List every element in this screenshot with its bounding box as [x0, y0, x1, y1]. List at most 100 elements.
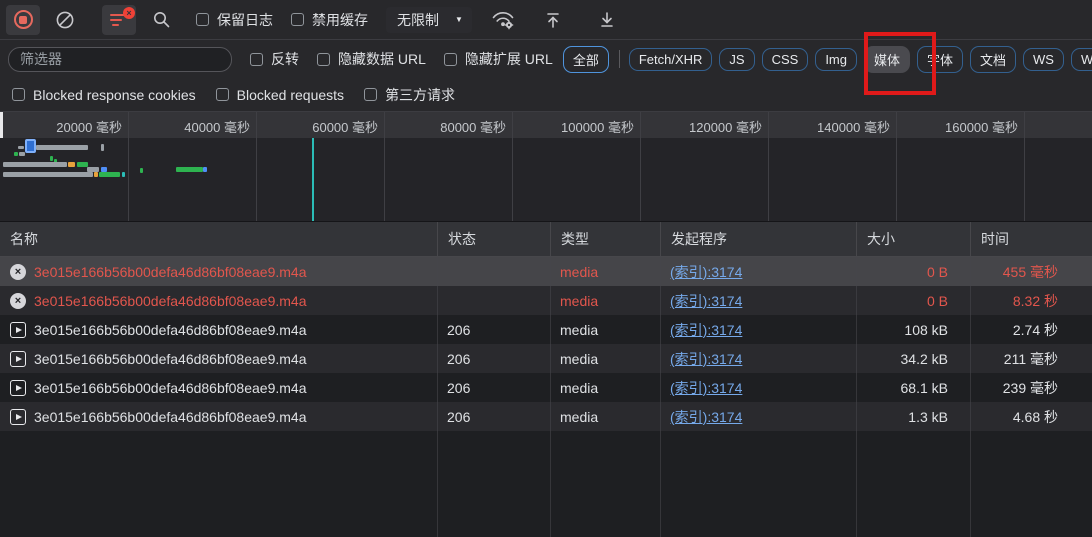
- hide-extension-urls-checkbox[interactable]: 隐藏扩展 URL: [444, 49, 553, 69]
- import-har-button[interactable]: [536, 5, 570, 35]
- checkbox: [196, 13, 209, 26]
- record-button[interactable]: [6, 5, 40, 35]
- table-row[interactable]: ×3e015e166b56b00defa46d86bf08eae9.m4amed…: [0, 257, 1092, 286]
- column-header-size[interactable]: 大小: [856, 222, 970, 256]
- cell-initiator: (索引):3174: [660, 344, 856, 373]
- initiator-link[interactable]: (索引):3174: [670, 349, 742, 369]
- initiator-link[interactable]: (索引):3174: [670, 291, 742, 311]
- cell-size: 0 B: [856, 257, 970, 286]
- cell-time-value: 455 毫秒: [1003, 262, 1058, 282]
- waterfall-bar: [122, 172, 125, 177]
- checkbox: [291, 13, 304, 26]
- filter-pill-全部[interactable]: 全部: [563, 46, 609, 73]
- filter-input[interactable]: [8, 47, 232, 72]
- load-event-line: [312, 138, 314, 221]
- filter-pill-JS[interactable]: JS: [719, 48, 754, 71]
- column-header-type[interactable]: 类型: [550, 222, 660, 256]
- filter-pill-Img[interactable]: Img: [815, 48, 857, 71]
- blocked-response-cookies-checkbox[interactable]: Blocked response cookies: [12, 87, 196, 103]
- waterfall-bar: [3, 172, 93, 177]
- clear-icon: [55, 10, 75, 30]
- throttling-select[interactable]: 无限制 ▼: [386, 7, 472, 33]
- timeline-gridline: [768, 112, 769, 221]
- column-header-status[interactable]: 状态: [437, 222, 550, 256]
- cell-type: media: [550, 286, 660, 315]
- hide-extension-urls-label: 隐藏扩展 URL: [465, 49, 553, 69]
- table-row[interactable]: 3e015e166b56b00defa46d86bf08eae9.m4a206m…: [0, 344, 1092, 373]
- request-name: 3e015e166b56b00defa46d86bf08eae9.m4a: [34, 293, 307, 309]
- cell-type-value: media: [560, 380, 598, 396]
- timeline-gridline: [896, 112, 897, 221]
- request-name: 3e015e166b56b00defa46d86bf08eae9.m4a: [34, 322, 307, 338]
- resource-type-filters: 全部 Fetch/XHR JS CSS Img 媒体字体文档 WS W: [563, 46, 1092, 73]
- chevron-down-icon: ▼: [455, 15, 463, 24]
- cell-time-value: 8.32 秒: [1013, 291, 1058, 311]
- column-header-name[interactable]: 名称: [0, 222, 437, 256]
- cell-initiator: (索引):3174: [660, 286, 856, 315]
- third-party-requests-checkbox[interactable]: 第三方请求: [364, 85, 455, 105]
- cell-time-value: 211 毫秒: [1004, 349, 1058, 369]
- filter-pill-W[interactable]: W: [1071, 48, 1092, 71]
- timeline-gridline: [1024, 112, 1025, 221]
- timeline-tick-label: 20000 毫秒: [2, 117, 122, 136]
- play-triangle: [16, 327, 22, 333]
- export-har-icon: [598, 11, 616, 29]
- cell-time-value: 4.68 秒: [1013, 407, 1058, 427]
- cell-name: 3e015e166b56b00defa46d86bf08eae9.m4a: [0, 373, 437, 402]
- play-icon: [10, 351, 26, 367]
- column-header-time[interactable]: 时间: [970, 222, 1092, 256]
- cell-initiator: (索引):3174: [660, 257, 856, 286]
- cell-time: 2.74 秒: [970, 315, 1092, 344]
- waterfall-bar: [203, 167, 207, 172]
- cell-status: [437, 257, 550, 286]
- filter-pill-Fetch/XHR[interactable]: Fetch/XHR: [629, 48, 713, 71]
- blocked-requests-checkbox[interactable]: Blocked requests: [216, 87, 344, 103]
- blocked-requests-label: Blocked requests: [237, 87, 344, 103]
- table-row[interactable]: 3e015e166b56b00defa46d86bf08eae9.m4a206m…: [0, 373, 1092, 402]
- initiator-link[interactable]: (索引):3174: [670, 262, 742, 282]
- options-bar: Blocked response cookies Blocked request…: [0, 78, 1092, 111]
- request-name: 3e015e166b56b00defa46d86bf08eae9.m4a: [34, 264, 307, 280]
- timeline-tick-label: 60000 毫秒: [258, 117, 378, 136]
- play-triangle: [16, 414, 22, 420]
- initiator-link[interactable]: (索引):3174: [670, 320, 742, 340]
- column-header-initiator[interactable]: 发起程序: [660, 222, 856, 256]
- disable-cache-checkbox[interactable]: 禁用缓存: [291, 10, 368, 30]
- table-row[interactable]: 3e015e166b56b00defa46d86bf08eae9.m4a206m…: [0, 315, 1092, 344]
- column-header-label: 发起程序: [671, 229, 727, 249]
- clear-button[interactable]: [48, 5, 82, 35]
- initiator-link[interactable]: (索引):3174: [670, 407, 742, 427]
- waterfall-bar: [176, 167, 203, 172]
- request-name: 3e015e166b56b00defa46d86bf08eae9.m4a: [34, 409, 307, 425]
- waterfall-bar: [94, 172, 98, 177]
- hide-data-urls-checkbox[interactable]: 隐藏数据 URL: [317, 49, 426, 69]
- table-row[interactable]: ×3e015e166b56b00defa46d86bf08eae9.m4amed…: [0, 286, 1092, 315]
- cell-name: 3e015e166b56b00defa46d86bf08eae9.m4a: [0, 315, 437, 344]
- waterfall-bar: [101, 144, 104, 151]
- network-conditions-button[interactable]: [486, 5, 520, 35]
- import-har-icon: [544, 11, 562, 29]
- preserve-log-checkbox[interactable]: 保留日志: [196, 10, 273, 30]
- filter-bar: 反转 隐藏数据 URL 隐藏扩展 URL 全部 Fetch/XHR JS CSS Img…: [0, 40, 1092, 78]
- filter-pill-WS[interactable]: WS: [1023, 48, 1064, 71]
- invert-checkbox[interactable]: 反转: [250, 49, 299, 69]
- filter-pill-CSS[interactable]: CSS: [762, 48, 809, 71]
- cell-type-value: media: [560, 264, 598, 280]
- cell-initiator: (索引):3174: [660, 373, 856, 402]
- filter-pill-文档[interactable]: 文档: [970, 46, 1016, 73]
- play-triangle: [16, 356, 22, 362]
- table-row[interactable]: 3e015e166b56b00defa46d86bf08eae9.m4a206m…: [0, 402, 1092, 431]
- search-button[interactable]: [144, 5, 178, 35]
- cell-type-value: media: [560, 409, 598, 425]
- export-har-button[interactable]: [590, 5, 624, 35]
- cell-size: 0 B: [856, 286, 970, 315]
- filter-pill-媒体[interactable]: 媒体: [864, 46, 910, 73]
- network-overview-timeline[interactable]: 20000 毫秒40000 毫秒60000 毫秒80000 毫秒100000 毫…: [0, 111, 1092, 222]
- filter-toggle-button[interactable]: ×: [102, 5, 136, 35]
- waterfall-bar: [50, 156, 53, 161]
- filter-pill-字体[interactable]: 字体: [917, 46, 963, 73]
- checkbox: [216, 88, 229, 101]
- initiator-link[interactable]: (索引):3174: [670, 378, 742, 398]
- pill-separator: [619, 50, 620, 68]
- cell-type: media: [550, 315, 660, 344]
